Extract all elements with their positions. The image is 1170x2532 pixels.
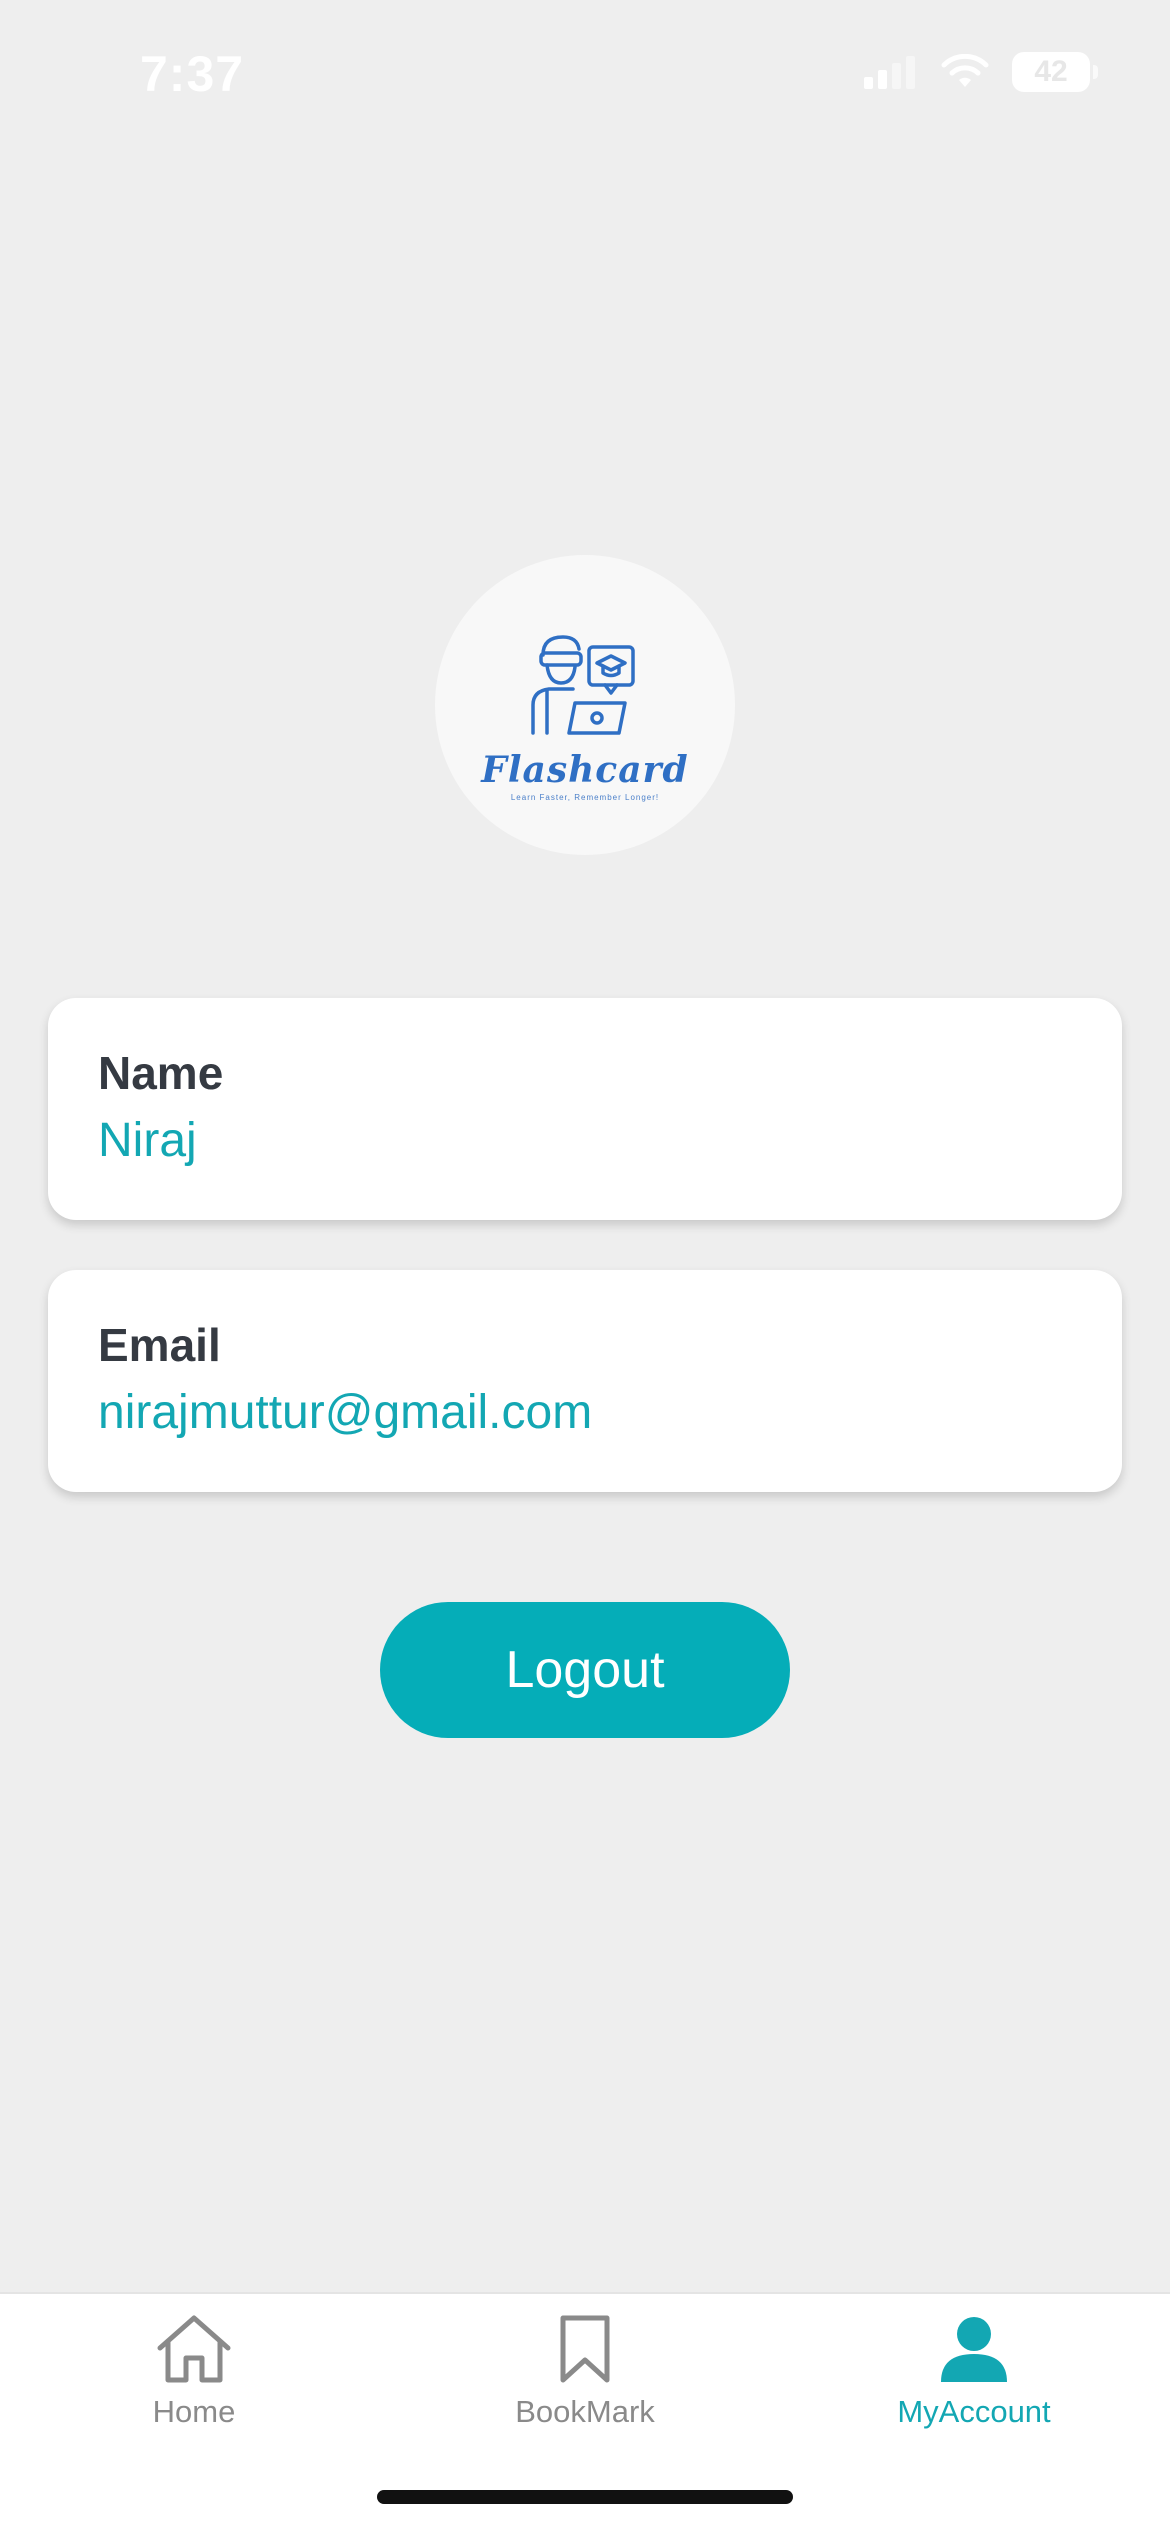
battery-level: 42 <box>1034 55 1068 88</box>
bookmark-icon <box>560 2315 610 2383</box>
wifi-icon <box>941 54 989 87</box>
logo-tagline: Learn Faster, Remember Longer! <box>510 793 660 802</box>
tab-bookmark[interactable]: BookMark <box>435 2314 735 2430</box>
tab-home-label: Home <box>152 2394 236 2429</box>
battery-icon: 42 <box>1012 52 1098 92</box>
status-time: 7:37 <box>140 46 245 102</box>
status-bar: 7:37 42 <box>0 0 1170 150</box>
my-account-screen: 7:37 42 Flashcard Learn Faster, Remember… <box>0 0 1170 2532</box>
name-value: Niraj <box>98 1114 197 1167</box>
name-card: Name Niraj <box>48 998 1122 1220</box>
user-icon <box>941 2317 1007 2382</box>
logout-button[interactable]: Logout <box>380 1602 790 1738</box>
email-value: nirajmuttur@gmail.com <box>98 1386 593 1439</box>
tab-bookmark-label: BookMark <box>515 2394 655 2429</box>
tab-home[interactable]: Home <box>44 2314 344 2430</box>
email-card: Email nirajmuttur@gmail.com <box>48 1270 1122 1492</box>
email-label: Email <box>98 1319 221 1371</box>
name-label: Name <box>98 1047 224 1099</box>
home-indicator <box>377 2490 793 2504</box>
tab-myaccount-label: MyAccount <box>897 2394 1051 2429</box>
tab-myaccount[interactable]: MyAccount <box>824 2314 1124 2430</box>
app-logo: Flashcard Learn Faster, Remember Longer! <box>435 555 735 855</box>
logo-title: Flashcard <box>481 749 689 791</box>
student-laptop-icon <box>531 635 635 735</box>
status-icons: 42 <box>864 52 1098 92</box>
signal-icon <box>864 56 915 89</box>
home-icon <box>157 2315 231 2383</box>
